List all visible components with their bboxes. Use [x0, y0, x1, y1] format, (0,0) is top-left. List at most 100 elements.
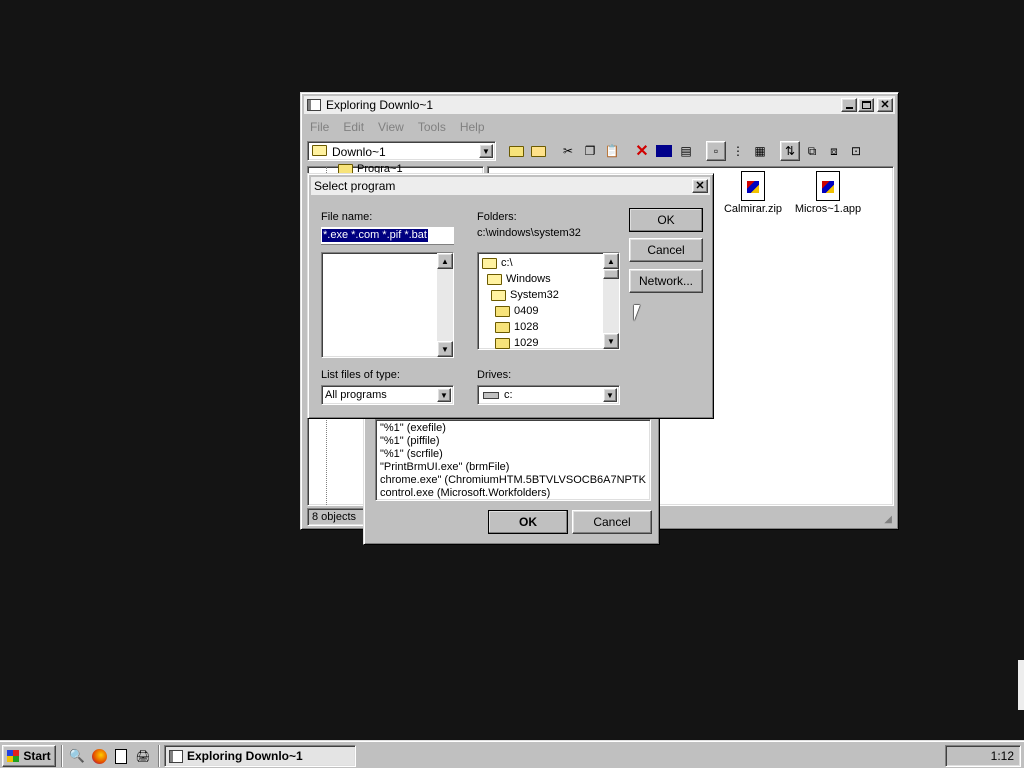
clock[interactable]: 1:12: [991, 749, 1014, 763]
folder-list[interactable]: c:\ Windows System32 0409 1028 1029 ▲ ▼: [477, 252, 620, 350]
explorer-quicklaunch-icon[interactable]: 🔍: [67, 746, 87, 766]
file-name-value: *.exe *.com *.pif *.bat: [322, 229, 428, 242]
archive-file-icon: [741, 171, 765, 201]
chevron-down-icon[interactable]: ▼: [479, 144, 493, 158]
scroll-up-icon[interactable]: ▲: [437, 253, 453, 269]
properties-icon[interactable]: ▤: [676, 141, 696, 161]
explorer-title: Exploring Downlo~1: [326, 98, 434, 112]
folder-icon: [495, 305, 510, 317]
explorer-app-icon: [307, 99, 321, 111]
network-button[interactable]: Network...: [629, 269, 703, 293]
document-icon[interactable]: [111, 746, 131, 766]
close-icon: ✕: [695, 179, 705, 192]
menu-tools[interactable]: Tools: [418, 120, 446, 134]
select-program-titlebar[interactable]: Select program ✕: [311, 177, 710, 195]
large-icons-icon[interactable]: ▫: [706, 141, 726, 161]
association-list[interactable]: "%1" (exefile) "%1" (piffile) "%1" (scrf…: [375, 419, 651, 501]
move-to-icon[interactable]: ⧈: [824, 141, 844, 161]
address-combo[interactable]: Downlo~1 ▼: [307, 141, 496, 161]
open-folder-icon: [482, 257, 497, 269]
folder-item-system32[interactable]: System32: [491, 287, 559, 303]
mouse-cursor-icon: [634, 305, 640, 321]
folder-item-1029[interactable]: 1029: [495, 335, 538, 349]
file-list[interactable]: ▲ ▼: [321, 252, 454, 358]
association-line[interactable]: "%1" (scrfile): [380, 448, 646, 461]
dialog-title: Select program: [314, 179, 396, 193]
minimize-button[interactable]: [841, 98, 857, 112]
scroll-down-icon[interactable]: ▼: [603, 333, 619, 349]
taskbar: Start 🔍 🖨 Exploring Downlo~1 1:12: [0, 740, 1024, 768]
association-line[interactable]: "PrintBrmUI.exe" (brmFile): [380, 461, 646, 474]
desktop-edge-fragment: [1018, 660, 1024, 710]
open-folder-icon: [491, 289, 506, 301]
drives-select[interactable]: c: ▼: [477, 385, 620, 405]
cut-icon[interactable]: ✂: [558, 141, 578, 161]
close-button[interactable]: ✕: [877, 98, 893, 112]
explorer-task-icon: [169, 749, 183, 763]
delete-icon[interactable]: ✕: [632, 141, 652, 161]
file-name: Micros~1.app: [794, 203, 862, 215]
small-icons-icon[interactable]: ⋮: [728, 141, 748, 161]
folder-item-c[interactable]: c:\: [482, 255, 513, 271]
rename-icon[interactable]: [654, 141, 674, 161]
assoc-cancel-button[interactable]: Cancel: [572, 510, 652, 534]
file-name-label: File name:: [321, 211, 373, 223]
file-name-input[interactable]: *.exe *.com *.pif *.bat: [321, 227, 454, 245]
copy-to-icon[interactable]: ⧉: [802, 141, 822, 161]
start-button[interactable]: Start: [2, 745, 56, 767]
list-type-select[interactable]: All programs ▼: [321, 385, 454, 405]
assoc-ok-button[interactable]: OK: [488, 510, 568, 534]
file-name: Calmirar.zip: [723, 203, 783, 215]
menu-edit[interactable]: Edit: [343, 120, 364, 134]
explorer-titlebar[interactable]: Exploring Downlo~1 ✕: [304, 96, 895, 114]
open-with-dialog: "%1" (exefile) "%1" (piffile) "%1" (scrf…: [363, 400, 660, 545]
select-program-dialog: Select program ✕ File name: *.exe *.com …: [307, 173, 714, 419]
list-type-label: List files of type:: [321, 369, 400, 381]
folders-label: Folders:: [477, 211, 517, 223]
folder-icon: [495, 321, 510, 333]
copy-icon[interactable]: ❐: [580, 141, 600, 161]
details-icon[interactable]: ▦: [750, 141, 770, 161]
association-line[interactable]: "%1" (piffile): [380, 435, 646, 448]
menu-file[interactable]: File: [310, 120, 329, 134]
folder-icon: [495, 337, 510, 349]
folder-item-0409[interactable]: 0409: [495, 303, 538, 319]
map-drive-icon[interactable]: [528, 141, 548, 161]
firefox-icon[interactable]: [89, 746, 109, 766]
task-button-explorer[interactable]: Exploring Downlo~1: [164, 745, 356, 767]
scroll-up-icon[interactable]: ▲: [603, 253, 619, 269]
association-line[interactable]: control.exe (Microsoft.Workfolders): [380, 487, 646, 500]
folder-icon: [312, 145, 327, 156]
printer-icon[interactable]: 🖨: [133, 746, 153, 766]
scroll-thumb[interactable]: [603, 269, 619, 279]
maximize-button[interactable]: [858, 98, 874, 112]
association-line[interactable]: "%1" (exefile): [380, 422, 646, 435]
file-item[interactable]: Calmirar.zip: [718, 171, 788, 215]
windows-logo-icon: [7, 750, 20, 762]
paste-icon[interactable]: 📋: [602, 141, 622, 161]
drives-label: Drives:: [477, 369, 512, 381]
chevron-down-icon[interactable]: ▼: [437, 388, 451, 402]
file-item[interactable]: Micros~1.app: [788, 171, 868, 215]
association-line[interactable]: chrome.exe" (ChromiumHTM.5BTVLVSOCB6A7NP…: [380, 474, 646, 487]
maximize-icon: [861, 101, 871, 109]
chevron-down-icon[interactable]: ▼: [603, 388, 617, 402]
dialog-close-button[interactable]: ✕: [692, 179, 708, 193]
menu-view[interactable]: View: [378, 120, 404, 134]
folder-item-windows[interactable]: Windows: [487, 271, 551, 287]
cancel-button[interactable]: Cancel: [629, 238, 703, 262]
new-window-icon[interactable]: ⊡: [846, 141, 866, 161]
menu-help[interactable]: Help: [460, 120, 485, 134]
folder-item-1028[interactable]: 1028: [495, 319, 538, 335]
scroll-down-icon[interactable]: ▼: [437, 341, 453, 357]
file-list-scrollbar[interactable]: ▲ ▼: [437, 253, 453, 357]
minimize-icon: [845, 107, 853, 109]
address-value: Downlo~1: [332, 145, 386, 159]
folders-path: c:\windows\system32: [477, 227, 581, 239]
sort-icon[interactable]: ⇅: [780, 141, 800, 161]
explorer-menubar: File Edit View Tools Help: [310, 119, 499, 135]
ok-button[interactable]: OK: [629, 208, 703, 232]
folder-list-scrollbar[interactable]: ▲ ▼: [603, 253, 619, 349]
resize-grip-icon[interactable]: ◢: [884, 514, 892, 525]
up-folder-icon[interactable]: [506, 141, 526, 161]
